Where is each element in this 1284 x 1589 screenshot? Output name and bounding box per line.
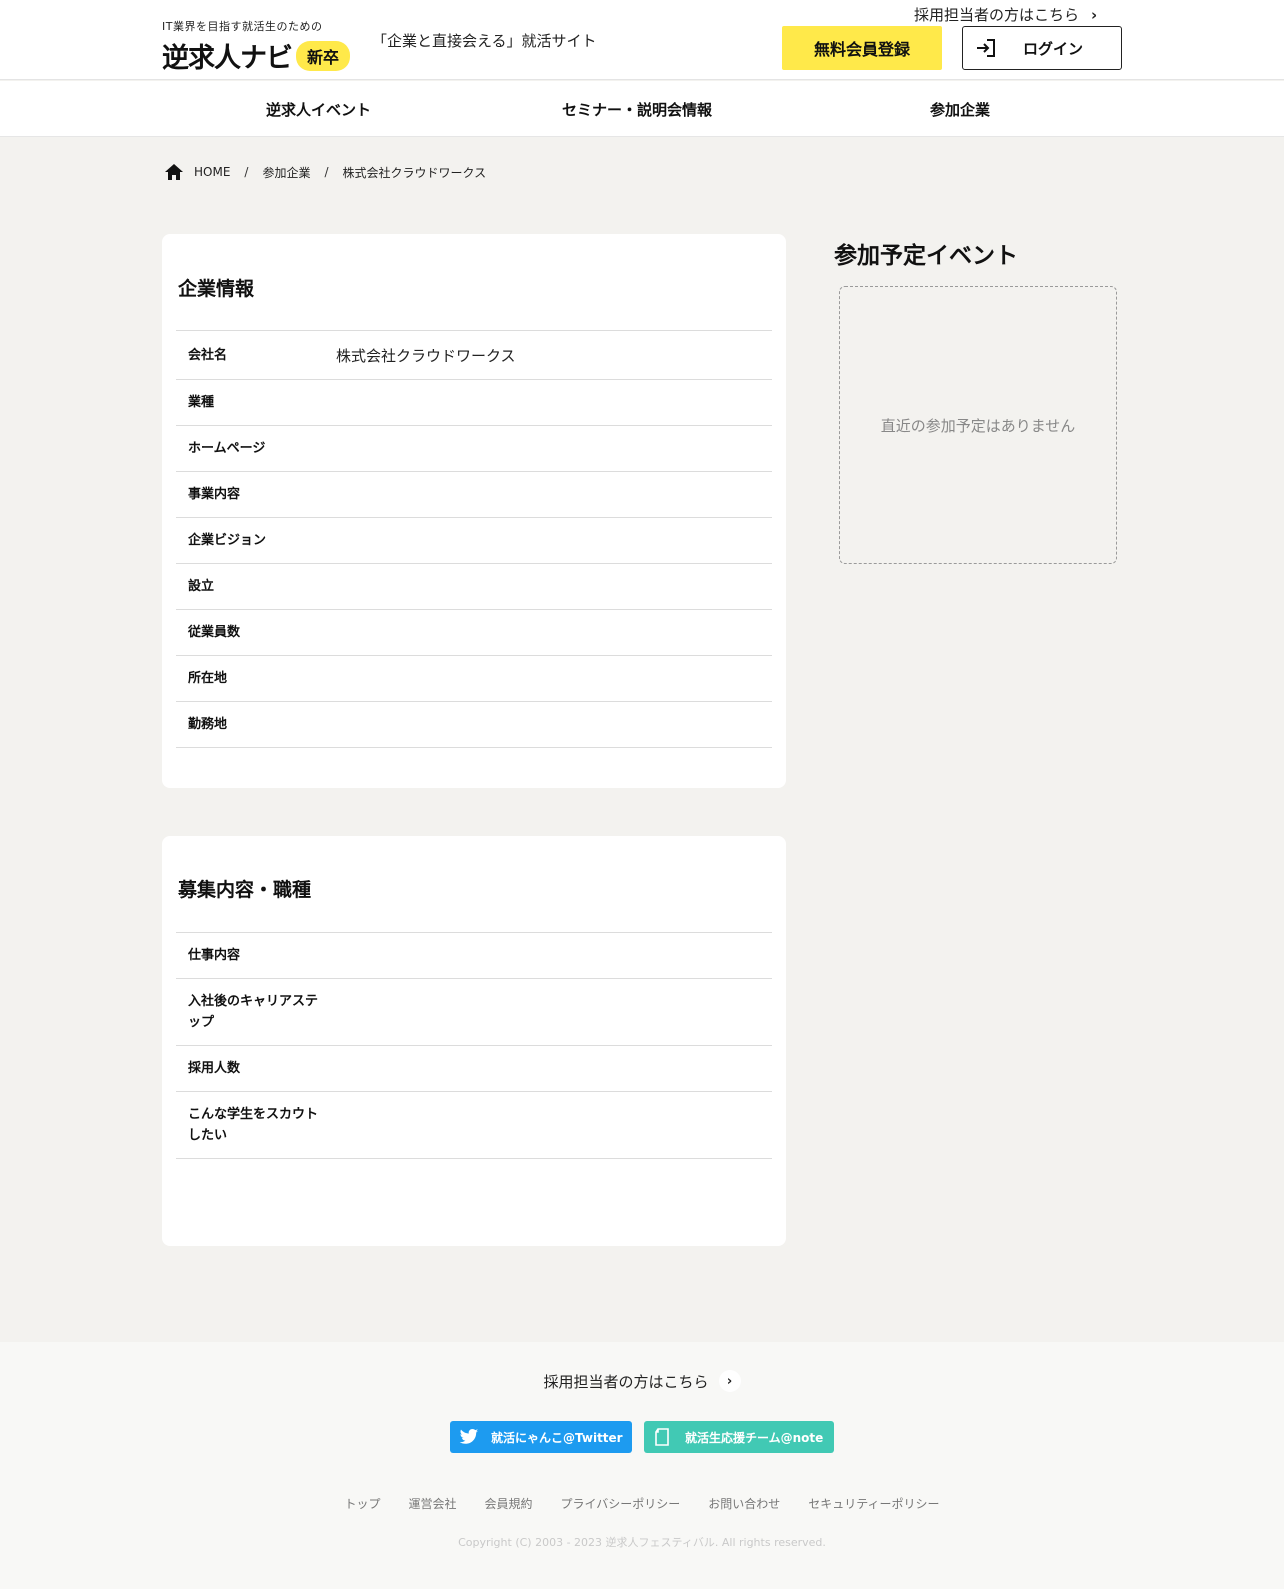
table-row: 勤務地 [176, 702, 772, 748]
row-label: こんな学生をスカウトしたい [188, 1107, 319, 1143]
header-catchphrase: 「企業と直接会える」就活サイト [372, 32, 597, 50]
company-info-card: 企業情報 会社名 株式会社クラウドワークス 業種 ホームページ 事業内容 企業ビ… [162, 234, 786, 788]
table-row: 従業員数 [176, 610, 772, 656]
recruitment-title: 募集内容・職種 [178, 879, 312, 901]
row-label: 仕事内容 [188, 948, 241, 963]
chevron-right-icon: › [1091, 5, 1098, 24]
note-icon [655, 1428, 669, 1446]
row-label: 業種 [188, 395, 215, 410]
recruiter-link-footer[interactable]: 採用担当者の方はこちら › [0, 1370, 1284, 1392]
copyright: Copyright (C) 2003 - 2023 逆求人フェスティバル. Al… [458, 1536, 826, 1549]
table-row: 事業内容 [176, 472, 772, 518]
logo-name: 逆求人ナビ [162, 43, 293, 74]
footer-link-privacy[interactable]: プライバシーポリシー [560, 1495, 680, 1512]
table-row: 会社名 株式会社クラウドワークス [176, 331, 772, 380]
footer-link-top[interactable]: トップ [344, 1495, 380, 1512]
footer-link-company[interactable]: 運営会社 [408, 1495, 456, 1512]
nav-item-events[interactable]: 逆求人イベント [266, 99, 371, 120]
table-row: 仕事内容 [176, 933, 772, 979]
recruiter-link-label: 採用担当者の方はこちら [914, 6, 1080, 24]
note-button[interactable]: 就活生応援チーム@note [644, 1421, 834, 1453]
row-label: ホームページ [188, 441, 266, 456]
footer-link-terms[interactable]: 会員規約 [484, 1495, 532, 1512]
row-label: 所在地 [188, 671, 228, 686]
events-title: 参加予定イベント [834, 243, 1018, 269]
row-label: 事業内容 [188, 487, 241, 502]
nav-item-seminars[interactable]: セミナー・説明会情報 [562, 99, 712, 120]
breadcrumb-companies[interactable]: 参加企業 [262, 164, 310, 181]
twitter-bird-icon [459, 1429, 479, 1444]
row-label: 従業員数 [188, 625, 241, 640]
recruitment-card: 募集内容・職種 仕事内容 入社後のキャリアステップ 採用人数 こんな学生をスカウ… [162, 836, 786, 1246]
table-row: 業種 [176, 380, 772, 426]
logo-badge: 新卒 [296, 40, 351, 71]
chevron-right-icon: › [718, 1370, 741, 1392]
footer-link-contact[interactable]: お問い合わせ [708, 1495, 780, 1512]
table-row: こんな学生をスカウトしたい [176, 1092, 772, 1159]
events-empty-box: 直近の参加予定はありません [839, 286, 1117, 564]
breadcrumb-separator: / [324, 165, 329, 179]
table-row: 採用人数 [176, 1046, 772, 1092]
table-row: 企業ビジョン [176, 518, 772, 564]
nav-item-companies[interactable]: 参加企業 [930, 99, 990, 120]
twitter-button-label: 就活にゃんこ@Twitter [491, 1430, 623, 1445]
row-label: 企業ビジョン [188, 533, 267, 548]
breadcrumb-separator: / [244, 165, 249, 179]
row-label: 設立 [188, 579, 215, 594]
site-header: IT業界を目指す就活生のための 逆求人ナビ 新卒 「企業と直接会える」就活サイト… [0, 0, 1284, 80]
recruiter-link-top[interactable]: 採用担当者の方はこちら › [914, 4, 1097, 25]
footer-link-security[interactable]: セキュリティーポリシー [808, 1495, 939, 1512]
breadcrumb: HOME / 参加企業 / 株式会社クラウドワークス [164, 163, 486, 181]
note-button-label: 就活生応援チーム@note [685, 1430, 824, 1445]
site-logo[interactable]: IT業界を目指す就活生のための 逆求人ナビ 新卒 [162, 18, 351, 75]
main-nav: 逆求人イベント セミナー・説明会情報 参加企業 [0, 81, 1284, 137]
register-button[interactable]: 無料会員登録 [782, 26, 942, 70]
row-value: 株式会社クラウドワークス [336, 346, 516, 365]
footer-links: トップ 運営会社 会員規約 プライバシーポリシー お問い合わせ セキュリティーポ… [0, 1495, 1284, 1512]
table-row: 入社後のキャリアステップ [176, 979, 772, 1046]
table-row: 所在地 [176, 656, 772, 702]
logo-tagline: IT業界を目指す就活生のための [162, 20, 323, 33]
table-row: ホームページ [176, 426, 772, 472]
login-button[interactable]: ログイン [962, 26, 1122, 70]
company-info-table: 会社名 株式会社クラウドワークス 業種 ホームページ 事業内容 企業ビジョン 設… [176, 330, 772, 748]
login-label: ログイン [1023, 39, 1084, 58]
breadcrumb-home[interactable]: HOME [194, 165, 230, 179]
table-row: 設立 [176, 564, 772, 610]
recruitment-table: 仕事内容 入社後のキャリアステップ 採用人数 こんな学生をスカウトしたい [176, 932, 772, 1159]
home-icon[interactable] [164, 163, 184, 181]
row-label: 採用人数 [188, 1061, 241, 1076]
company-info-title: 企業情報 [178, 278, 255, 300]
row-label: 入社後のキャリアステップ [188, 994, 319, 1030]
twitter-button[interactable]: 就活にゃんこ@Twitter [450, 1421, 632, 1453]
footer-recruiter-label: 採用担当者の方はこちら [543, 1372, 709, 1391]
site-footer: 採用担当者の方はこちら › 就活にゃんこ@Twitter 就活生応援チーム@no… [0, 1342, 1284, 1589]
events-empty-message: 直近の参加予定はありません [880, 416, 1076, 435]
row-label: 勤務地 [188, 717, 228, 732]
login-icon [977, 39, 995, 57]
row-label: 会社名 [188, 347, 228, 363]
breadcrumb-current: 株式会社クラウドワークス [342, 165, 487, 180]
logo-main: 逆求人ナビ 新卒 [162, 36, 351, 75]
